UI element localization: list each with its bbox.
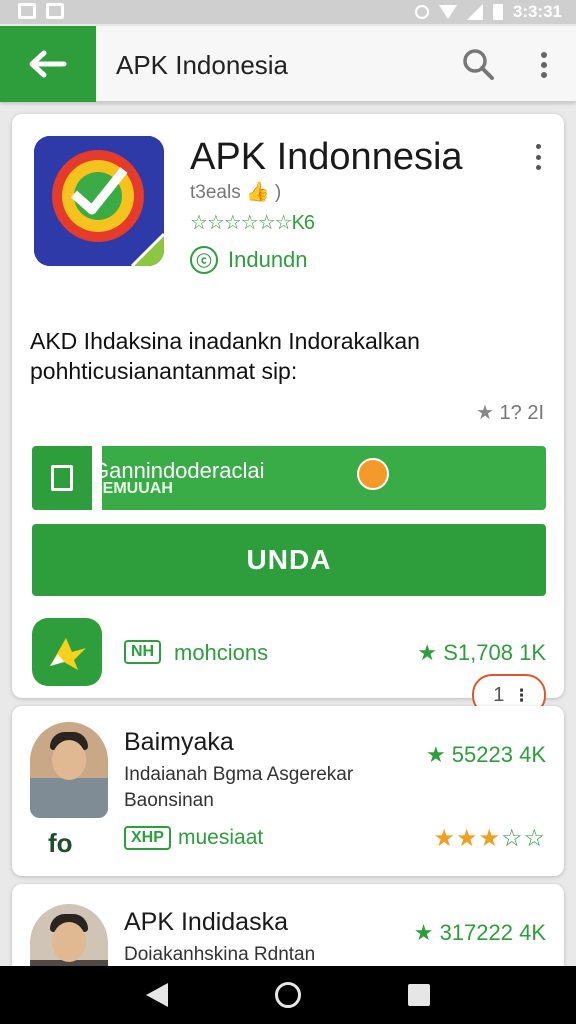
star-rating: ★★★☆☆ bbox=[433, 824, 546, 853]
star-filled-icon: ★ bbox=[433, 825, 456, 852]
app-info-row[interactable]: NH mohcions ★ S1,708 1K bbox=[32, 618, 546, 686]
more-vert-dot bbox=[541, 72, 547, 78]
wifi-icon bbox=[438, 5, 457, 19]
avatar-face bbox=[52, 740, 86, 780]
gallery-notification-icon bbox=[18, 3, 36, 19]
category-label: Indundn bbox=[228, 247, 308, 272]
list-item-tag: muesiaat bbox=[178, 826, 264, 849]
list-item-desc-line1: Indaianah Bgma Asgerekar bbox=[124, 764, 354, 785]
primary-action-button[interactable]: UNDA bbox=[32, 524, 546, 596]
page-title: APK Indonesia bbox=[116, 50, 289, 80]
star-burst-icon bbox=[50, 638, 86, 670]
pager-value: 1 bbox=[493, 683, 505, 706]
row-badge: NH bbox=[124, 640, 162, 664]
list-item-badge: XHP bbox=[124, 826, 171, 850]
category-icon: ⓒ bbox=[190, 246, 218, 274]
back-arrow-icon bbox=[29, 50, 67, 78]
battery-icon bbox=[492, 4, 503, 20]
list-item[interactable]: fo Baimyaka Indaianah Bgma Asgerekar Bao… bbox=[12, 706, 564, 876]
status-bar: 3:3:31 bbox=[0, 0, 576, 24]
app-notification-icon bbox=[46, 3, 64, 19]
search-icon bbox=[463, 49, 494, 80]
list-item-rating-value: 55223 4K bbox=[451, 742, 546, 767]
install-banner-button[interactable]: Gannindoderaclai SEMUUAH bbox=[92, 446, 546, 510]
star-icon: ★ bbox=[413, 920, 440, 945]
status-indicators: 3:3:31 bbox=[414, 2, 562, 22]
install-sublabel: SEMUUAH bbox=[92, 480, 173, 497]
app-logo-icon bbox=[34, 136, 164, 266]
star-empty-icon: ☆ bbox=[500, 825, 524, 852]
app-bar: APK Indonesia bbox=[0, 26, 576, 102]
system-nav-bar bbox=[0, 966, 576, 1024]
nav-home-icon[interactable] bbox=[275, 982, 301, 1008]
install-row[interactable]: Gannindoderaclai SEMUUAH bbox=[32, 446, 546, 510]
star-icon: ★ bbox=[476, 402, 494, 424]
app-name: APK Indonnesia bbox=[190, 136, 463, 178]
avatar bbox=[30, 722, 108, 818]
more-vert-dot bbox=[541, 62, 547, 68]
search-button[interactable] bbox=[460, 46, 496, 82]
rating-stars: ☆☆☆☆☆☆K6 bbox=[190, 212, 315, 234]
rating-count: ★ 1? 2I bbox=[476, 400, 544, 425]
avatar-shirt bbox=[30, 778, 108, 818]
more-vert-dot bbox=[535, 165, 541, 170]
status-time: 3:3:31 bbox=[512, 2, 562, 21]
star-filled-icon: ★ bbox=[478, 825, 501, 852]
rating-count-value: 1? 2I bbox=[499, 402, 544, 424]
list-item-rating-value: 317222 4K bbox=[439, 920, 546, 945]
more-vert-icon bbox=[541, 52, 547, 58]
app-detail-card: APK Indonnesia t3eals 👍 ) ☆☆☆☆☆☆K6 ⓒ Ind… bbox=[12, 114, 564, 698]
emoji-badge-icon bbox=[357, 458, 389, 490]
list-item-desc-line2: Baonsinan bbox=[124, 790, 214, 811]
developer-label[interactable]: t3eals 👍 ) bbox=[190, 180, 281, 204]
star-icon: ★ bbox=[417, 640, 444, 665]
row-rating: ★ S1,708 1K bbox=[417, 640, 546, 666]
list-item-title: Baimyaka bbox=[124, 728, 234, 756]
status-notifications bbox=[18, 3, 64, 19]
list-item-title: APK Indidaska bbox=[124, 908, 288, 936]
nav-recent-icon[interactable] bbox=[408, 984, 430, 1006]
star-empty-icon: ☆ bbox=[523, 825, 546, 852]
overflow-menu-button[interactable] bbox=[532, 48, 556, 82]
avatar-face bbox=[52, 922, 86, 962]
row-rating-value: S1,708 1K bbox=[443, 640, 546, 665]
card-overflow-button[interactable] bbox=[532, 144, 544, 170]
pager-menu-icon: ⁝ bbox=[518, 684, 525, 707]
list-item-rating: ★ 55223 4K bbox=[426, 742, 546, 768]
more-vert-dot bbox=[535, 154, 541, 160]
row-label: mohcions bbox=[174, 640, 269, 665]
nav-back-icon[interactable] bbox=[146, 983, 168, 1007]
list-item-rating: ★ 317222 4K bbox=[414, 920, 546, 946]
signal-icon bbox=[466, 4, 483, 20]
app-shortcut-icon[interactable] bbox=[32, 618, 102, 686]
more-vert-icon bbox=[535, 144, 541, 149]
alarm-icon bbox=[414, 5, 429, 19]
category-tag[interactable]: ⓒ Indundn bbox=[190, 246, 308, 274]
app-description: AKD Ihdaksina inadankn Indorakalkan pohh… bbox=[30, 328, 420, 384]
list-item-description: Indaianah Bgma Asgerekar Baonsinan bbox=[124, 762, 384, 814]
star-filled-icon: ★ bbox=[455, 825, 479, 852]
list-item-description: Doiakanhskina Rdntan bbox=[124, 944, 316, 965]
back-button[interactable] bbox=[0, 26, 96, 102]
publisher-logo: fo bbox=[48, 828, 73, 858]
document-icon bbox=[51, 465, 73, 491]
install-icon-button[interactable] bbox=[32, 446, 92, 510]
star-icon: ★ bbox=[425, 742, 452, 767]
app-icon[interactable] bbox=[34, 136, 164, 266]
